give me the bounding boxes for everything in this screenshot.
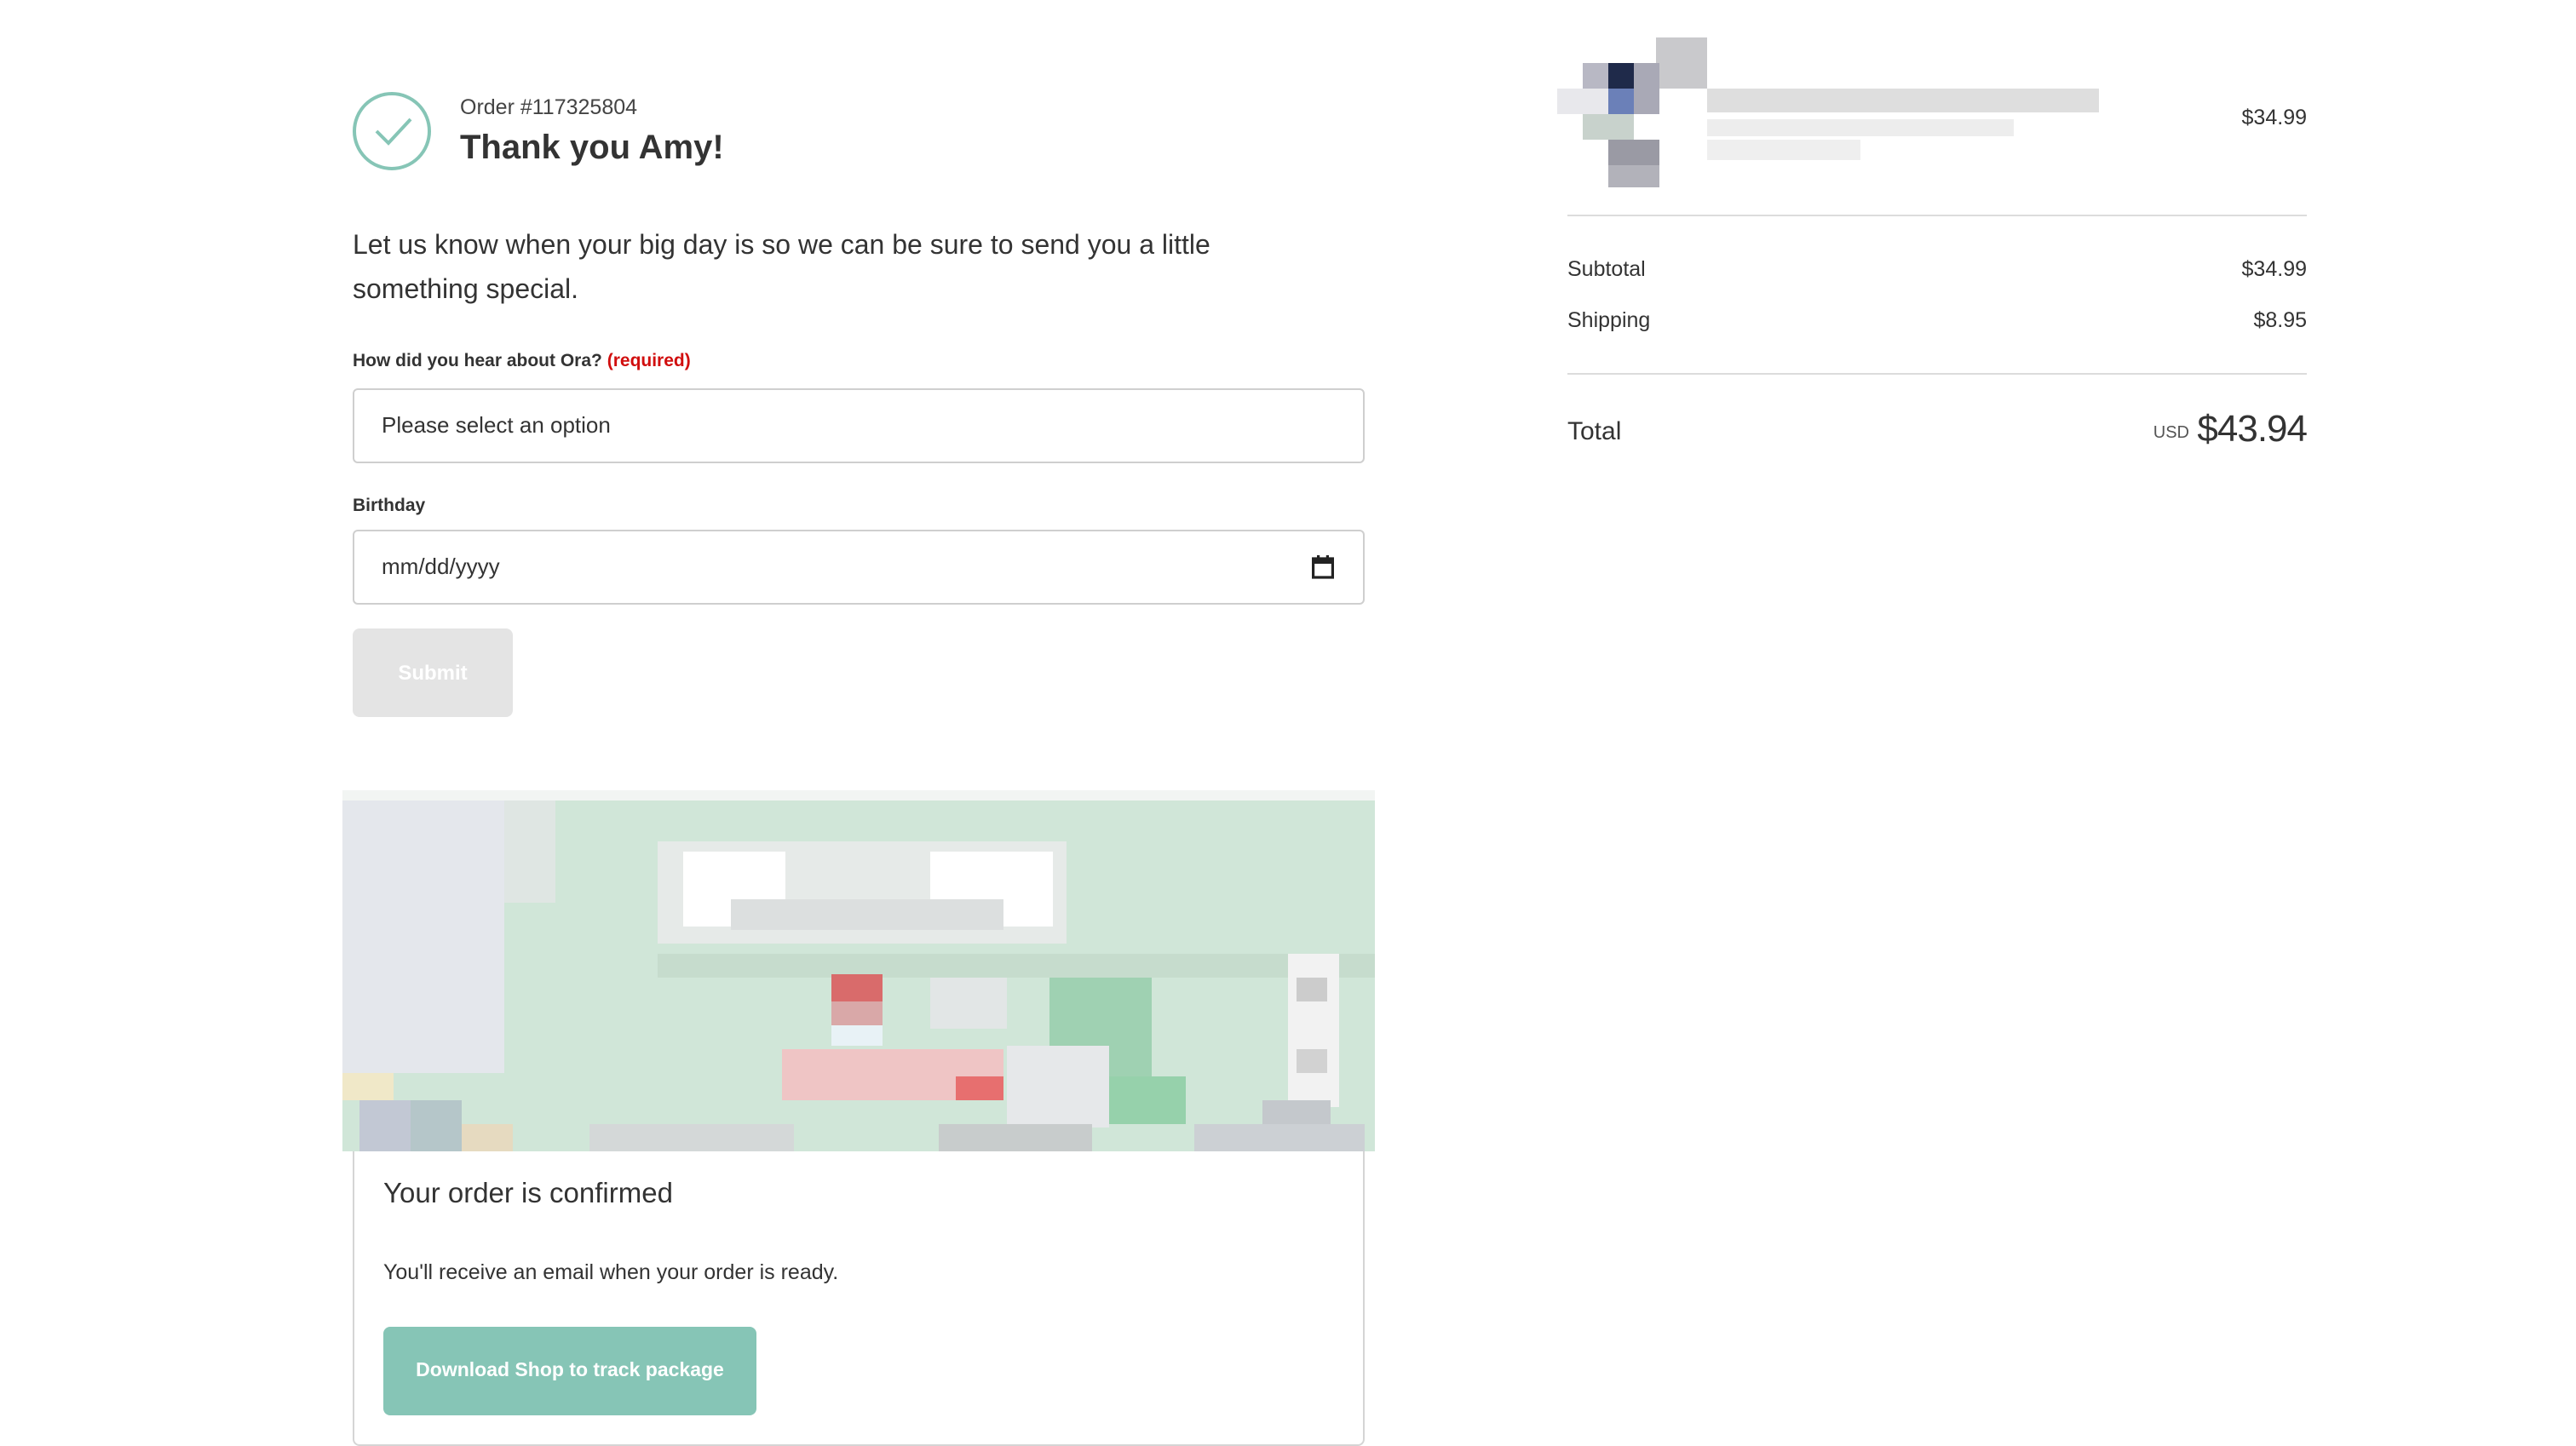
- map-tile: [831, 974, 883, 1001]
- hear-about-select-value: Please select an option: [382, 412, 611, 438]
- thumbnail-pixel: [1608, 165, 1659, 187]
- map-tile: [462, 1124, 513, 1151]
- confirmation-box: Your order is confirmed You'll receive a…: [353, 1151, 1365, 1446]
- thumbnail-pixel: [1583, 114, 1634, 140]
- hear-about-label-text: How did you hear about Ora?: [353, 351, 602, 371]
- map-tile: [342, 790, 1375, 800]
- required-marker: (required): [607, 351, 691, 371]
- map-tile: [1109, 1076, 1186, 1124]
- thumbnail-pixel: [1707, 119, 2014, 136]
- birthday-placeholder: mm/dd/yyyy: [382, 554, 500, 579]
- calendar-icon[interactable]: [1312, 555, 1334, 588]
- thumbnail-pixel: [1656, 37, 1707, 89]
- order-number: Order #117325804: [460, 95, 638, 119]
- map-tile: [831, 1025, 883, 1046]
- thumbnail-pixel: [1557, 89, 1608, 114]
- confirmation-message: You'll receive an email when your order …: [383, 1260, 839, 1284]
- map-tile: [589, 1124, 794, 1151]
- shipping-value: $8.95: [2253, 308, 2307, 332]
- map-tile: [658, 954, 1375, 978]
- map-tile: [956, 1076, 1003, 1100]
- product-thumbnail: [1557, 37, 2171, 187]
- confirmation-title: Your order is confirmed: [383, 1179, 673, 1209]
- currency-code: USD: [2153, 424, 2189, 443]
- map-tile: [731, 899, 1003, 930]
- thumbnail-pixel: [1707, 89, 2099, 112]
- map-tile: [1194, 1124, 1365, 1151]
- birthday-field[interactable]: mm/dd/yyyy: [353, 530, 1365, 605]
- map-tile: [411, 1100, 462, 1151]
- thumbnail-pixel: [1608, 140, 1659, 165]
- subtotal-value: $34.99: [2241, 257, 2307, 281]
- map-tile: [1288, 954, 1339, 1107]
- product-price: $34.99: [2241, 106, 2307, 129]
- checkmark-circle-icon: [353, 92, 431, 170]
- birthday-label: Birthday: [353, 496, 426, 516]
- order-confirmation-card: Your order is confirmed You'll receive a…: [342, 790, 1375, 1446]
- map-tile: [930, 978, 1007, 1029]
- map-tile: [504, 800, 555, 903]
- total-value: $43.94: [2197, 407, 2308, 450]
- map-tile: [342, 800, 504, 1073]
- subtotal-label: Subtotal: [1567, 257, 1646, 281]
- map-tile: [1262, 1100, 1331, 1124]
- map-tile: [939, 1124, 1092, 1151]
- summary-divider: [1567, 215, 2307, 216]
- total-divider: [1567, 373, 2307, 375]
- map-tile: [1007, 1046, 1109, 1128]
- map-tile: [831, 1001, 883, 1025]
- page-title: Thank you Amy!: [460, 129, 724, 167]
- submit-button[interactable]: Submit: [353, 628, 513, 717]
- intro-text: Let us know when your big day is so we c…: [353, 232, 1210, 305]
- thumbnail-pixel: [1634, 63, 1659, 114]
- order-header: Order #117325804 Thank you Amy!: [353, 92, 1365, 181]
- total-label: Total: [1567, 417, 1622, 446]
- thumbnail-pixel: [1608, 63, 1634, 89]
- hear-about-select[interactable]: Please select an option: [353, 388, 1365, 463]
- map-tile: [1297, 978, 1327, 1001]
- hear-about-label: How did you hear about Ora? (required): [353, 351, 691, 371]
- delivery-map[interactable]: [342, 790, 1375, 1151]
- map-tile: [1297, 1049, 1327, 1073]
- shipping-label: Shipping: [1567, 308, 1651, 332]
- thumbnail-pixel: [1707, 140, 1860, 160]
- thumbnail-pixel: [1608, 89, 1634, 114]
- download-shop-button[interactable]: Download Shop to track package: [383, 1327, 756, 1415]
- map-tile: [342, 1073, 394, 1100]
